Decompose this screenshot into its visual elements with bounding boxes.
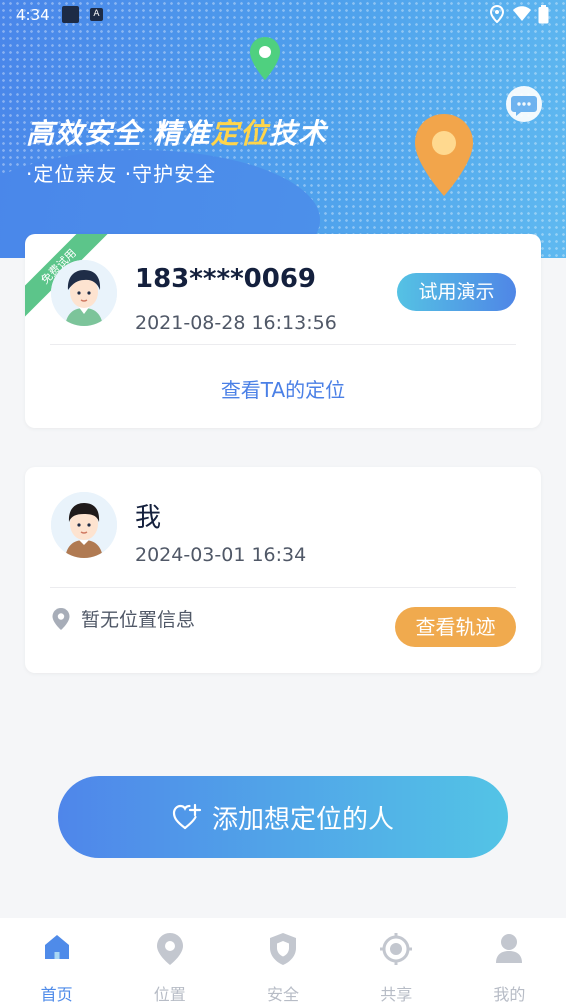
nav-item-share[interactable]: 共享 (340, 918, 453, 1008)
add-person-button[interactable]: 添加想定位的人 (58, 776, 508, 858)
banner-headline: 高效安全 精准定位技术 (26, 117, 327, 150)
view-track-button[interactable]: 查看轨迹 (395, 607, 516, 647)
self-name: 我 (135, 503, 162, 533)
view-location-link[interactable]: 查看TA的定位 (25, 374, 541, 403)
nav-label-share: 共享 (380, 985, 413, 1004)
divider (50, 344, 516, 345)
avatar (51, 492, 117, 558)
contact-phone: 183****0069 (135, 264, 317, 294)
status-bar: 4:34 A (0, 0, 566, 30)
nav-label-location: 位置 (153, 985, 186, 1004)
user-icon (496, 934, 523, 963)
green-location-pin-icon (250, 37, 280, 80)
location-pin-icon (156, 933, 183, 965)
nav-label-safety: 安全 (267, 985, 300, 1004)
nav-item-home[interactable]: 首页 (0, 918, 113, 1008)
self-timestamp: 2024-03-01 16:34 (135, 544, 307, 566)
customer-service-icon[interactable] (506, 86, 542, 122)
notification-icon (62, 6, 79, 23)
location-status-icon (490, 5, 504, 23)
nav-item-location[interactable]: 位置 (113, 918, 226, 1008)
bottom-nav: 首页 位置 安全 共享 我的 (0, 918, 566, 1008)
home-icon (44, 935, 69, 959)
location-pin-icon (52, 608, 70, 630)
battery-icon (538, 5, 549, 24)
status-time: 4:34 (16, 6, 50, 24)
hero-banner: 高效安全 精准定位技术 ·定位亲友 ·守护安全 (0, 0, 566, 258)
nav-item-safety[interactable]: 安全 (226, 918, 339, 1008)
contact-timestamp: 2021-08-28 16:13:56 (135, 312, 337, 334)
divider (50, 587, 516, 588)
heart-plus-icon (172, 803, 202, 830)
location-status-text: 暂无位置信息 (81, 609, 196, 631)
self-card: 我 2024-03-01 16:34 暂无位置信息 查看轨迹 (25, 467, 541, 673)
avatar (51, 260, 117, 326)
nav-item-profile[interactable]: 我的 (453, 918, 566, 1008)
add-person-label: 添加想定位的人 (211, 804, 394, 835)
orange-location-pin-icon (415, 114, 473, 196)
trial-demo-button[interactable]: 试用演示 (397, 273, 516, 311)
banner-subline: ·定位亲友 ·守护安全 (26, 162, 217, 186)
trial-contact-card: 免费试用 183****0069 2021-08-28 16:13:56 试用演… (25, 234, 541, 428)
nav-label-home: 首页 (40, 985, 73, 1004)
nav-label-profile: 我的 (493, 985, 526, 1004)
shield-icon (270, 933, 296, 965)
app-notification-icon: A (90, 8, 103, 21)
wifi-icon (513, 6, 531, 21)
target-icon (380, 933, 413, 965)
